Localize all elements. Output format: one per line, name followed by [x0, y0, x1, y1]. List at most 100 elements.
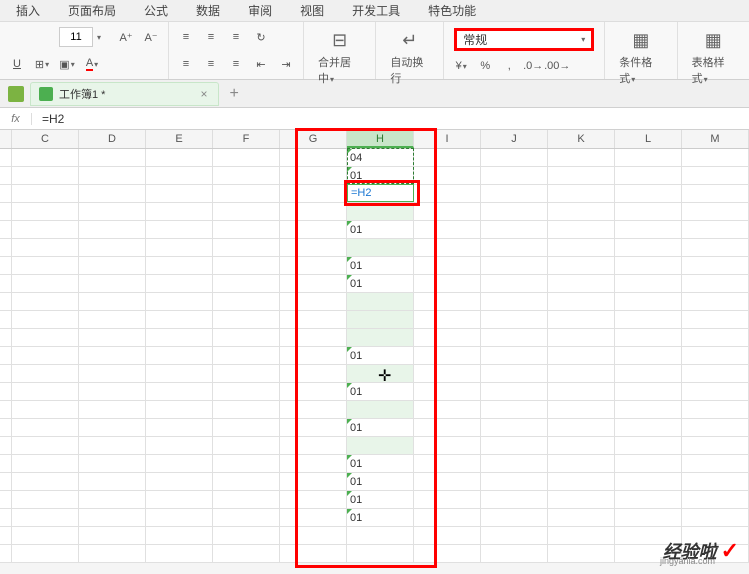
cell[interactable] — [414, 545, 481, 563]
cell[interactable] — [414, 239, 481, 257]
underline-icon[interactable]: U — [6, 53, 28, 75]
cell[interactable] — [481, 185, 548, 203]
cell[interactable] — [414, 185, 481, 203]
cell[interactable] — [347, 545, 414, 563]
cell[interactable] — [347, 329, 414, 347]
grid-row[interactable] — [0, 239, 749, 257]
font-color-icon[interactable]: A▾ — [81, 53, 103, 75]
cell[interactable] — [548, 329, 615, 347]
indent-left-icon[interactable]: ⇤ — [250, 53, 272, 75]
cell[interactable] — [347, 437, 414, 455]
grid-row[interactable] — [0, 203, 749, 221]
cell[interactable] — [213, 419, 280, 437]
grid-row[interactable]: 01 — [0, 419, 749, 437]
col-header-l[interactable]: L — [615, 130, 682, 148]
align-middle-icon[interactable]: ≡ — [200, 26, 222, 48]
cell[interactable] — [682, 473, 749, 491]
cell[interactable] — [12, 203, 79, 221]
cell[interactable] — [280, 347, 347, 365]
cell[interactable] — [146, 437, 213, 455]
cell[interactable] — [280, 509, 347, 527]
cell[interactable] — [213, 311, 280, 329]
cell[interactable]: 01 — [347, 473, 414, 491]
cell[interactable] — [414, 275, 481, 293]
cell[interactable] — [682, 347, 749, 365]
grid-rows[interactable]: 040101010101010101010101 — [0, 149, 749, 563]
cell[interactable] — [146, 149, 213, 167]
cell[interactable] — [682, 383, 749, 401]
cell[interactable] — [280, 455, 347, 473]
grid-row[interactable] — [0, 527, 749, 545]
cell[interactable] — [146, 455, 213, 473]
cell[interactable] — [481, 383, 548, 401]
cell[interactable] — [280, 401, 347, 419]
cell[interactable] — [548, 383, 615, 401]
cell[interactable] — [615, 437, 682, 455]
col-header-h[interactable]: H — [347, 130, 414, 148]
menu-devtools[interactable]: 开发工具 — [338, 0, 414, 22]
cell[interactable] — [414, 383, 481, 401]
grid-row[interactable]: 01 — [0, 347, 749, 365]
cell[interactable] — [682, 401, 749, 419]
increase-font-icon[interactable]: A⁺ — [115, 26, 137, 48]
grid-row[interactable] — [0, 329, 749, 347]
cell[interactable] — [414, 437, 481, 455]
cell[interactable] — [213, 275, 280, 293]
cell[interactable] — [615, 257, 682, 275]
cell[interactable] — [615, 365, 682, 383]
cell[interactable] — [213, 293, 280, 311]
cell[interactable] — [146, 491, 213, 509]
cell[interactable] — [146, 527, 213, 545]
cell[interactable] — [280, 437, 347, 455]
cell[interactable] — [213, 329, 280, 347]
cell[interactable] — [548, 311, 615, 329]
currency-icon[interactable]: ¥▾ — [450, 55, 472, 77]
cell[interactable] — [615, 455, 682, 473]
cell[interactable] — [12, 329, 79, 347]
cell[interactable] — [548, 149, 615, 167]
cell[interactable] — [280, 293, 347, 311]
cell[interactable] — [548, 527, 615, 545]
cell[interactable] — [280, 527, 347, 545]
grid-row[interactable] — [0, 545, 749, 563]
cell[interactable] — [347, 293, 414, 311]
cell[interactable] — [682, 221, 749, 239]
cell[interactable] — [414, 365, 481, 383]
cell[interactable] — [548, 401, 615, 419]
cell[interactable] — [481, 221, 548, 239]
formula-input[interactable]: =H2 — [32, 112, 749, 126]
cell[interactable] — [79, 473, 146, 491]
cell[interactable] — [12, 167, 79, 185]
orientation-icon[interactable]: ↻ — [250, 26, 272, 48]
align-top-icon[interactable]: ≡ — [175, 26, 197, 48]
cell[interactable] — [414, 527, 481, 545]
col-header-c[interactable]: C — [12, 130, 79, 148]
cell[interactable] — [548, 221, 615, 239]
cell[interactable] — [548, 239, 615, 257]
cell[interactable] — [79, 293, 146, 311]
col-header-g[interactable]: G — [280, 130, 347, 148]
app-icon[interactable] — [8, 86, 24, 102]
grid-row[interactable]: 01 — [0, 167, 749, 185]
cell[interactable] — [280, 329, 347, 347]
cell[interactable] — [682, 329, 749, 347]
cell[interactable] — [146, 509, 213, 527]
cell[interactable] — [12, 239, 79, 257]
cell[interactable] — [481, 455, 548, 473]
spreadsheet-grid[interactable]: C D E F G H I J K L M 040101010101010101… — [0, 130, 749, 563]
cell[interactable] — [12, 221, 79, 239]
grid-row[interactable]: 01 — [0, 221, 749, 239]
col-header-f[interactable]: F — [213, 130, 280, 148]
cell[interactable] — [12, 527, 79, 545]
col-header-j[interactable]: J — [481, 130, 548, 148]
cell[interactable] — [79, 239, 146, 257]
cell[interactable] — [213, 527, 280, 545]
cell[interactable] — [280, 221, 347, 239]
col-header-k[interactable]: K — [548, 130, 615, 148]
cell[interactable] — [79, 167, 146, 185]
cell[interactable] — [12, 365, 79, 383]
cell[interactable] — [615, 329, 682, 347]
cell[interactable] — [414, 257, 481, 275]
grid-row[interactable]: 01 — [0, 257, 749, 275]
cell[interactable] — [682, 365, 749, 383]
